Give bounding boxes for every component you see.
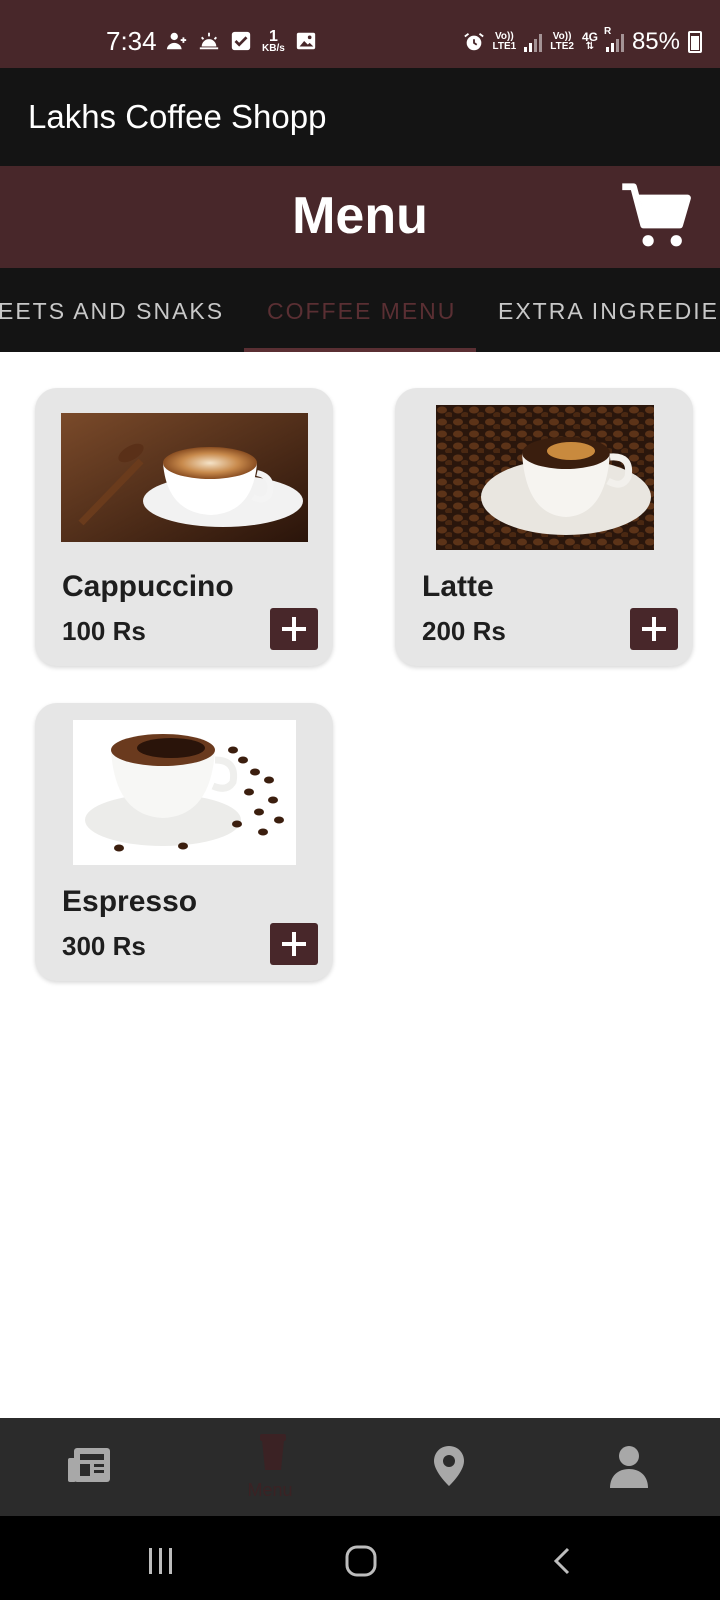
tab-extra-ingredients[interactable]: EXTRA INGREDIE	[498, 298, 719, 325]
sunrise-icon	[199, 32, 219, 50]
product-card[interactable]: Cappuccino 100 Rs	[35, 388, 333, 666]
add-to-cart-button[interactable]	[270, 923, 318, 965]
menu-header: Menu	[0, 166, 720, 268]
category-tabs: EETS AND SNAKS COFFEE MENU EXTRA INGREDI…	[0, 268, 720, 352]
recent-apps-icon[interactable]	[146, 1546, 176, 1576]
nav-item-profile[interactable]	[540, 1418, 720, 1516]
product-name: Latte	[422, 570, 494, 603]
nav-item-news[interactable]	[0, 1418, 180, 1516]
page-title: Menu	[292, 187, 428, 245]
coffee-cup-icon	[260, 1434, 286, 1470]
system-navigation-bar	[0, 1516, 720, 1600]
nav-item-menu[interactable]: Menu	[180, 1418, 360, 1516]
product-card[interactable]: Espresso 300 Rs	[35, 703, 333, 981]
battery-icon	[688, 31, 702, 53]
cappuccino-image	[61, 413, 308, 542]
cart-icon[interactable]	[620, 180, 692, 252]
notification-icons: 1 KB/s	[166, 28, 317, 54]
product-name: Espresso	[62, 885, 198, 918]
product-price: 100 Rs	[62, 616, 146, 646]
location-pin-icon	[434, 1446, 464, 1486]
back-icon[interactable]	[550, 1546, 574, 1576]
image-icon	[296, 32, 315, 50]
bottom-navigation: Menu	[0, 1418, 720, 1516]
latte-image	[436, 405, 654, 550]
add-to-cart-button[interactable]	[270, 608, 318, 650]
nav-label-menu: Menu	[247, 1480, 293, 1500]
signal-bars-icon: R	[604, 26, 624, 52]
nav-item-location[interactable]	[360, 1418, 540, 1516]
home-icon[interactable]	[344, 1544, 378, 1578]
status-bar: 7:34 1 KB/s Vo)) LTE1 Vo)) LTE2 4G ⇅ R 85%	[0, 0, 720, 68]
sim1-label: Vo)) LTE1	[492, 31, 517, 52]
product-card[interactable]: Latte 200 Rs	[395, 388, 693, 666]
battery-percent: 85%	[631, 28, 680, 55]
tab-sweets-and-snacks[interactable]: EETS AND SNAKS	[0, 298, 224, 325]
network-type: 4G ⇅	[581, 30, 598, 52]
product-price: 300 Rs	[62, 931, 146, 961]
app-title: Lakhs Coffee Shopp	[28, 98, 327, 135]
checkbox-icon	[231, 31, 251, 51]
tab-coffee-menu[interactable]: COFFEE MENU	[267, 298, 456, 325]
product-price: 200 Rs	[422, 616, 506, 646]
news-icon	[68, 1448, 110, 1482]
net-speed: 1 KB/s	[262, 28, 285, 54]
user-add-icon	[166, 32, 187, 50]
sim2-label: Vo)) LTE2	[550, 31, 574, 52]
person-icon	[610, 1446, 648, 1488]
status-time: 7:34	[106, 26, 157, 56]
product-name: Cappuccino	[62, 570, 234, 603]
app-bar: Lakhs Coffee Shopp	[0, 68, 720, 166]
signal-bars-icon	[524, 32, 543, 52]
add-to-cart-button[interactable]	[630, 608, 678, 650]
alarm-icon	[463, 33, 484, 51]
active-tab-indicator	[244, 348, 476, 352]
espresso-image	[73, 720, 296, 865]
system-status: Vo)) LTE1 Vo)) LTE2 4G ⇅ R 85%	[463, 26, 702, 56]
